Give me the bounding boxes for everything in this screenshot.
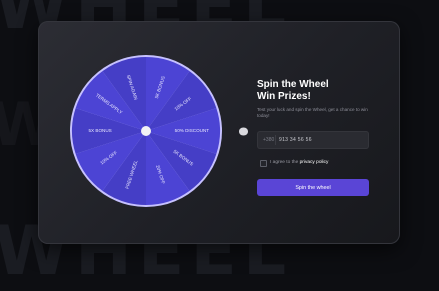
phone-input[interactable]: +380 913 34 56 56 [257,131,369,149]
consent-checkbox[interactable] [260,160,267,167]
consent-label: I agree to the privacy policy [270,160,328,165]
wheel-hub[interactable] [141,126,151,136]
spin-the-wheel-button[interactable]: Spin the wheel [257,179,369,196]
phone-divider [275,135,276,145]
title-line-2: Win Prizes! [257,91,311,102]
pointer-icon [238,127,248,136]
prize-wheel[interactable]: 50% DISCOUNT5K BONUS20% OFFFREE WHEEL10%… [64,54,228,208]
wheel-segment-label: 5X BONUS [89,128,112,133]
panel-title: Spin the Wheel Win Prizes! [257,79,387,103]
consent-prefix: I agree to the [270,160,299,165]
wheel-segment-label: 50% DISCOUNT [175,128,210,133]
title-line-1: Spin the Wheel [257,79,329,90]
country-code[interactable]: +380 [263,137,274,143]
phone-number-value[interactable]: 913 34 56 56 [279,137,312,143]
panel-description: Test your luck and spin the Wheel, get a… [257,107,368,119]
privacy-policy-link[interactable]: privacy policy [300,160,329,165]
